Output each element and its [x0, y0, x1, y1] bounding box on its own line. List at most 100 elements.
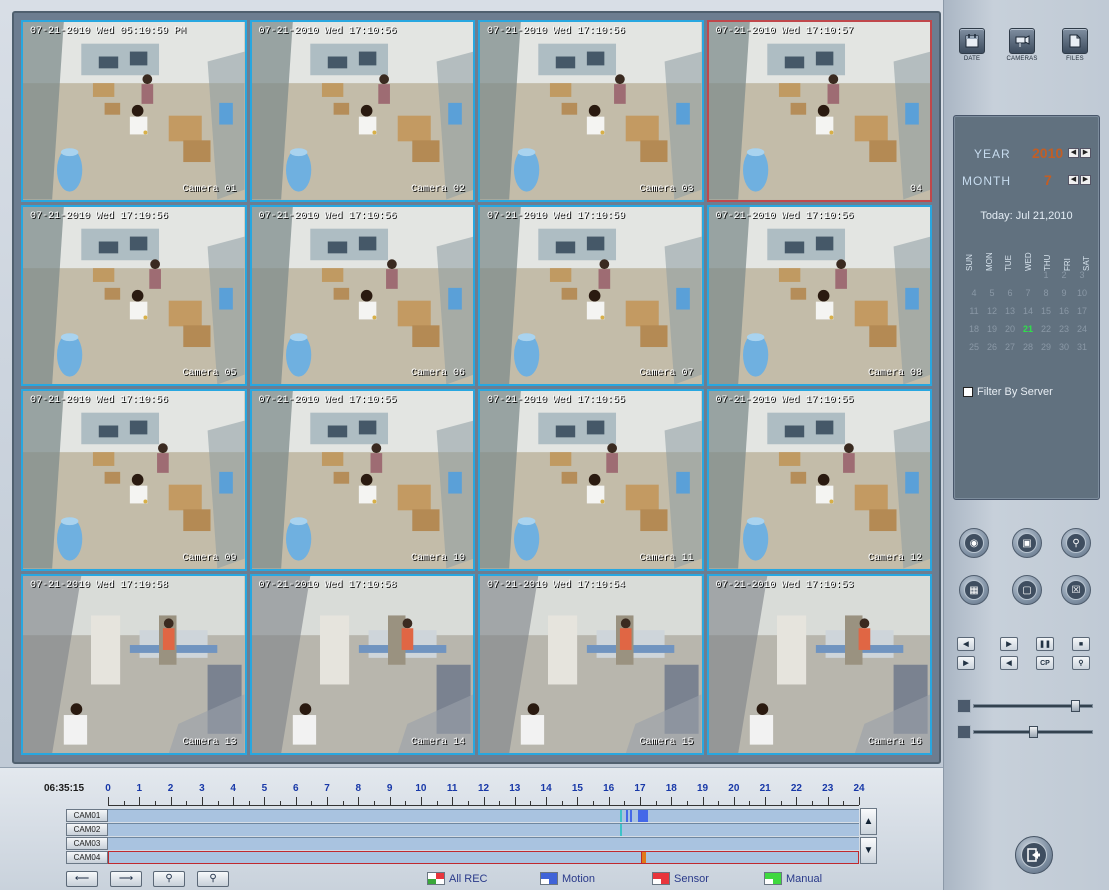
day-cell[interactable]: 15 [1037, 304, 1055, 319]
search-frame-button[interactable]: ⚲ [1072, 656, 1090, 670]
legend-swatch-quad [436, 878, 444, 884]
day-cell[interactable]: 24 [1073, 322, 1091, 337]
track-camera-button[interactable]: CAM04 [66, 851, 108, 864]
track-bar[interactable] [108, 851, 859, 864]
day-cell[interactable]: 25 [965, 340, 983, 355]
camera-view[interactable]: 07-21-2010 Wed 17:10:58 Camera 14 [249, 573, 475, 755]
cp-button[interactable]: CP [1036, 656, 1054, 670]
day-cell[interactable]: 16 [1055, 304, 1073, 319]
day-cell[interactable]: 2 [1055, 268, 1073, 283]
reverse-button[interactable]: ◀ [1000, 656, 1018, 670]
ruler-tick [796, 797, 798, 805]
day-cell[interactable]: 18 [965, 322, 983, 337]
volume-slider[interactable] [957, 699, 1095, 713]
close-box-button[interactable]: ☒ [1061, 575, 1091, 605]
fullscreen-button[interactable]: ▢ [1012, 575, 1042, 605]
cp-icon: CP [1040, 659, 1050, 667]
recording-segment[interactable] [619, 810, 622, 822]
day-cell[interactable]: 21 [1019, 322, 1037, 337]
camera-view[interactable]: 07-21-2010 Wed 17:10:56 Camera 09 [21, 389, 247, 571]
month-next-button[interactable]: ▶ [1080, 175, 1091, 185]
camera-view[interactable]: 07-21-2010 Wed 17:10:59 Camera 07 [478, 204, 704, 386]
filter-by-server-checkbox[interactable] [963, 387, 973, 397]
day-cell[interactable]: 26 [983, 340, 1001, 355]
track-bar[interactable] [108, 823, 859, 836]
speed-knob[interactable] [1028, 726, 1038, 738]
month-prev-button[interactable]: ◀ [1068, 175, 1079, 185]
day-cell[interactable]: 28 [1019, 340, 1037, 355]
grid-layout-button[interactable]: ▦ [959, 575, 989, 605]
exit-button[interactable] [1015, 836, 1053, 874]
scroll-down-button[interactable]: ▼ [860, 837, 877, 864]
track-bar[interactable] [108, 837, 859, 850]
speed-slider[interactable] [957, 725, 1095, 739]
stop-button[interactable]: ■ [1072, 637, 1090, 651]
day-cell[interactable]: 1 [1037, 268, 1055, 283]
day-cell[interactable]: 22 [1037, 322, 1055, 337]
camera-view[interactable]: 07-21-2010 Wed 17:10:58 Camera 13 [21, 573, 247, 755]
step-forward-button[interactable]: ▶ [1000, 637, 1018, 651]
camera-view[interactable]: 07-21-2010 Wed 17:10:53 Camera 16 [706, 573, 932, 755]
record-button[interactable]: ▣ [1012, 528, 1042, 558]
recording-segment[interactable] [625, 810, 628, 822]
camera-view[interactable]: 07-21-2010 Wed 17:10:56 Camera 06 [249, 204, 475, 386]
day-cell[interactable]: 12 [983, 304, 1001, 319]
day-cell[interactable]: 9 [1055, 286, 1073, 301]
camera-view[interactable]: 07-21-2010 Wed 17:10:55 Camera 12 [706, 389, 932, 571]
time-cursor[interactable] [640, 852, 642, 863]
day-cell[interactable]: 29 [1037, 340, 1055, 355]
scroll-up-button[interactable]: ▲ [860, 808, 877, 835]
day-cell[interactable]: 8 [1037, 286, 1055, 301]
day-cell[interactable]: 4 [965, 286, 983, 301]
zoom-out-button[interactable]: ⚲ [197, 871, 229, 887]
day-cell[interactable]: 14 [1019, 304, 1037, 319]
day-cell[interactable]: 7 [1019, 286, 1037, 301]
track-camera-button[interactable]: CAM01 [66, 809, 108, 822]
day-cell[interactable]: 6 [1001, 286, 1019, 301]
day-cell[interactable]: 23 [1055, 322, 1073, 337]
recording-segment[interactable] [619, 824, 622, 836]
camera-view[interactable]: 07-21-2010 Wed 17:10:56 Camera 03 [478, 20, 704, 202]
recording-segment[interactable] [638, 810, 648, 822]
recording-segment[interactable] [629, 810, 632, 822]
camera-view[interactable]: 07-21-2010 Wed 17:10:56 Camera 08 [706, 204, 932, 386]
camera-view[interactable]: 07-21-2010 Wed 05:10:59 PM Camera 01 [21, 20, 247, 202]
volume-knob[interactable] [1070, 700, 1080, 712]
track-bar[interactable] [108, 809, 859, 822]
arrow-right-button[interactable]: ⟶ [110, 871, 142, 887]
zoom-search-button[interactable]: ⚲ [1061, 528, 1091, 558]
snapshot-button[interactable]: ◉ [959, 528, 989, 558]
zoom-in-button[interactable]: ⚲ [153, 871, 185, 887]
day-cell[interactable]: 17 [1073, 304, 1091, 319]
day-cell[interactable]: 31 [1073, 340, 1091, 355]
year-next-button[interactable]: ▶ [1080, 148, 1091, 158]
camera-view[interactable]: 07-21-2010 Wed 17:10:56 Camera 05 [21, 204, 247, 386]
day-cell[interactable]: 30 [1055, 340, 1073, 355]
camera-view[interactable]: 07-21-2010 Wed 17:10:54 Camera 15 [478, 573, 704, 755]
track-camera-button[interactable]: CAM02 [66, 823, 108, 836]
camera-label: Camera 15 [639, 737, 694, 748]
track-camera-button[interactable]: CAM03 [66, 837, 108, 850]
legend-swatch-quad [765, 878, 773, 884]
day-cell[interactable]: 3 [1073, 268, 1091, 283]
day-cell[interactable]: 13 [1001, 304, 1019, 319]
camera-view[interactable]: 07-21-2010 Wed 17:10:57 04 [706, 20, 932, 202]
date-tab-button[interactable]: DATE [954, 28, 990, 68]
files-tab-button[interactable]: FILES [1057, 28, 1093, 68]
day-cell[interactable]: 27 [1001, 340, 1019, 355]
pause-button[interactable]: ❚❚ [1036, 637, 1054, 651]
day-cell[interactable]: 20 [1001, 322, 1019, 337]
camera-view[interactable]: 07-21-2010 Wed 17:10:55 Camera 11 [478, 389, 704, 571]
filter-by-server[interactable]: Filter By Server [963, 386, 1053, 398]
camera-view[interactable]: 07-21-2010 Wed 17:10:55 Camera 10 [249, 389, 475, 571]
day-cell[interactable]: 5 [983, 286, 1001, 301]
day-cell[interactable]: 10 [1073, 286, 1091, 301]
cameras-tab-button[interactable]: CAMERAS [1004, 28, 1040, 68]
arrow-left-button[interactable]: ⟵ [66, 871, 98, 887]
year-prev-button[interactable]: ◀ [1068, 148, 1079, 158]
play-button[interactable]: ▶ [957, 656, 975, 670]
day-cell[interactable]: 19 [983, 322, 1001, 337]
step-back-button[interactable]: ◀ [957, 637, 975, 651]
camera-view[interactable]: 07-21-2010 Wed 17:10:56 Camera 02 [249, 20, 475, 202]
day-cell[interactable]: 11 [965, 304, 983, 319]
